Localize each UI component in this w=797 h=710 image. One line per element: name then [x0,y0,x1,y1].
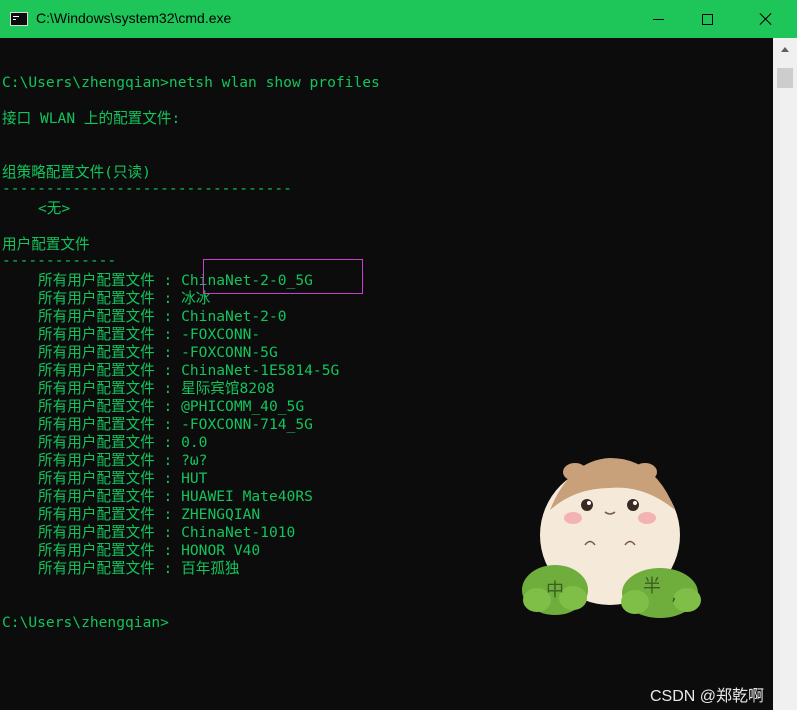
profile-row: 所有用户配置文件 : @PHICOMM_40_5G [38,398,304,416]
profile-label: 所有用户配置文件 : [38,560,182,577]
prompt-line: C:\Users\zhengqian> [2,614,169,631]
profile-label: 所有用户配置文件 : [38,470,182,487]
csdn-watermark: CSDN @郑乾啊 [650,688,765,705]
profile-name: HUT [181,470,208,487]
command-line: C:\Users\zhengqian>netsh wlan show profi… [2,74,380,91]
minimize-button[interactable] [635,0,681,38]
profile-name: HONOR V40 [181,542,261,559]
cmd-app-icon[interactable] [10,12,28,26]
hamster-left-cheek [564,512,582,524]
profile-name: ChinaNet-1010 [181,524,296,541]
close-button[interactable] [743,0,789,38]
profile-name: -FOXCONN-714_5G [181,416,313,433]
profile-label: 所有用户配置文件 : [38,506,182,523]
profile-name: ChinaNet-1E5814-5G [181,362,340,379]
profile-row: 所有用户配置文件 : -FOXCONN-714_5G [38,416,313,434]
profile-label: 所有用户配置文件 : [38,524,182,541]
vertical-scrollbar[interactable] [773,38,797,710]
profile-label: 所有用户配置文件 : [38,326,182,343]
sticker-right-text: 半 [643,576,661,597]
user-profiles-divider: ------------- [2,252,117,269]
hamster-right-cheek [638,512,656,524]
scroll-thumb[interactable] [777,68,793,88]
profile-name: ?ω? [181,452,208,469]
right-bush-lobe-2 [673,588,701,612]
profile-row: 所有用户配置文件 : ChinaNet-1010 [38,524,295,542]
title-bar[interactable]: C:\Windows\system32\cmd.exe [0,0,797,38]
hamster-sticker: 中 半 , [522,458,701,618]
profile-label: 所有用户配置文件 : [38,434,182,451]
close-icon [759,12,773,26]
arrow-up-icon [781,46,789,52]
profile-name: ZHENGQIAN [181,506,261,523]
group-policy-none: <无> [38,200,71,217]
interface-header: 接口 WLAN 上的配置文件: [2,110,181,127]
group-policy-divider: --------------------------------- [2,180,292,197]
profile-row: 所有用户配置文件 : ?ω? [38,452,207,470]
maximize-icon [701,13,713,25]
highlight-box [203,259,363,294]
profile-row: 所有用户配置文件 : 0.0 [38,434,207,452]
profile-name: 百年孤独 [181,560,240,577]
maximize-button[interactable] [684,0,730,38]
profile-name: 星际宾馆8208 [181,380,275,397]
profile-row: 所有用户配置文件 : HUT [38,470,207,488]
profile-row: 所有用户配置文件 : 百年孤独 [38,560,240,578]
profile-label: 所有用户配置文件 : [38,416,182,433]
profile-label: 所有用户配置文件 : [38,542,182,559]
profile-name: -FOXCONN- [181,326,261,343]
hamster-right-ear [633,463,657,481]
sticker-left-text: 中 [546,580,564,601]
profile-row: 所有用户配置文件 : HUAWEI Mate40RS [38,488,313,506]
hamster-left-eye [581,499,593,511]
profile-label: 所有用户配置文件 : [38,272,182,289]
hamster-left-eye-shine [587,501,591,505]
cmd-window: C:\Windows\system32\cmd.exe C:\Users\zhe… [0,0,797,710]
profile-label: 所有用户配置文件 : [38,308,182,325]
profile-row: 所有用户配置文件 : ChinaNet-2-0 [38,308,287,326]
sticker-comma: , [671,584,677,605]
profile-row: 所有用户配置文件 : 星际宾馆8208 [38,380,275,398]
profile-row: 所有用户配置文件 : -FOXCONN- [38,326,260,344]
profile-label: 所有用户配置文件 : [38,488,182,505]
minimize-icon [652,18,664,20]
hamster-right-eye-shine [633,501,637,505]
profile-name: ChinaNet-2-0 [181,308,287,325]
scroll-up-button[interactable] [773,38,797,60]
profile-name: -FOXCONN-5G [181,344,278,361]
window-title: C:\Windows\system32\cmd.exe [36,10,232,26]
profile-row: 所有用户配置文件 : 冰冰 [38,290,210,308]
profile-name: 0.0 [181,434,208,451]
profile-label: 所有用户配置文件 : [38,344,182,361]
profile-row: 所有用户配置文件 : ZHENGQIAN [38,506,260,524]
profile-label: 所有用户配置文件 : [38,290,182,307]
profile-row: 所有用户配置文件 : -FOXCONN-5G [38,344,278,362]
hamster-right-eye [627,499,639,511]
profile-label: 所有用户配置文件 : [38,380,182,397]
profile-name: @PHICOMM_40_5G [181,398,305,415]
hamster-left-ear [563,463,587,481]
profile-row: 所有用户配置文件 : HONOR V40 [38,542,260,560]
profile-name: HUAWEI Mate40RS [181,488,313,505]
profile-label: 所有用户配置文件 : [38,398,182,415]
profile-row: 所有用户配置文件 : ChinaNet-1E5814-5G [38,362,339,380]
profile-label: 所有用户配置文件 : [38,452,182,469]
profile-label: 所有用户配置文件 : [38,362,182,379]
